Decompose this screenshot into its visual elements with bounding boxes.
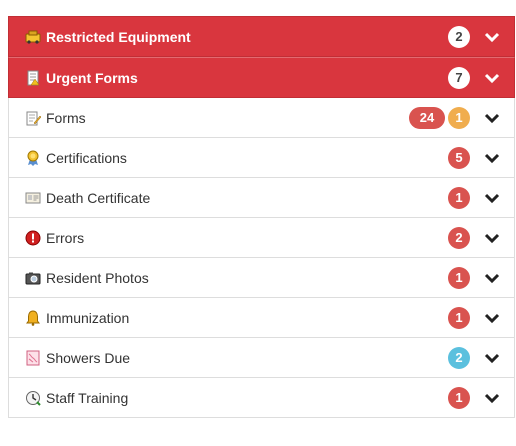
camera-icon	[25, 270, 41, 286]
accordion-row-immunization[interactable]: Immunization 1	[8, 298, 515, 338]
equipment-icon	[25, 29, 41, 45]
chevron-down-icon[interactable]	[482, 108, 502, 128]
chevron-down-icon[interactable]	[482, 188, 502, 208]
accordion-label: Restricted Equipment	[46, 28, 191, 45]
count-badge: 24	[409, 106, 445, 129]
accordion-label: Death Certificate	[46, 189, 151, 206]
form-edit-icon	[25, 110, 41, 126]
shower-icon	[25, 350, 41, 366]
accordion-label: Showers Due	[46, 349, 131, 366]
accordion-row-staff-training[interactable]: Staff Training 1	[8, 378, 515, 418]
accordion-label: Errors	[46, 229, 85, 246]
clock-icon	[25, 390, 41, 406]
accordion-label: Forms	[46, 109, 86, 126]
accordion-row-certifications[interactable]: Certifications 5	[8, 138, 515, 178]
count-badge: 1	[448, 186, 470, 209]
count-badge: 2	[448, 346, 470, 369]
accordion-row-errors[interactable]: Errors 2	[8, 218, 515, 258]
certificate-ribbon-icon	[25, 150, 41, 166]
bell-icon	[25, 309, 41, 326]
chevron-down-icon[interactable]	[482, 27, 502, 47]
chevron-down-icon[interactable]	[482, 388, 502, 408]
accordion-row-death-certificate[interactable]: Death Certificate 1	[8, 178, 515, 218]
chevron-down-icon[interactable]	[482, 348, 502, 368]
count-badge: 1	[448, 266, 470, 289]
chevron-down-icon[interactable]	[482, 308, 502, 328]
certificate-card-icon	[25, 190, 41, 206]
chevron-down-icon[interactable]	[482, 148, 502, 168]
count-badge: 1	[448, 106, 470, 129]
task-accordion: Restricted Equipment 2 Urgent Forms 7 Fo…	[8, 16, 515, 418]
accordion-row-resident-photos[interactable]: Resident Photos 1	[8, 258, 515, 298]
chevron-down-icon[interactable]	[482, 268, 502, 288]
urgent-form-icon	[25, 70, 41, 86]
error-icon	[25, 230, 41, 246]
accordion-label: Immunization	[46, 309, 130, 326]
count-badge: 1	[448, 386, 470, 409]
accordion-row-forms[interactable]: Forms 24 1	[8, 98, 515, 138]
accordion-row-urgent-forms[interactable]: Urgent Forms 7	[8, 57, 515, 98]
accordion-label: Certifications	[46, 149, 127, 166]
accordion-label: Staff Training	[46, 389, 129, 406]
count-badge: 7	[448, 66, 470, 89]
count-badge: 2	[448, 25, 470, 48]
count-badge: 2	[448, 226, 470, 249]
accordion-row-restricted-equipment[interactable]: Restricted Equipment 2	[8, 16, 515, 57]
chevron-down-icon[interactable]	[482, 68, 502, 88]
chevron-down-icon[interactable]	[482, 228, 502, 248]
accordion-row-showers-due[interactable]: Showers Due 2	[8, 338, 515, 378]
accordion-label: Resident Photos	[46, 269, 149, 286]
count-badge: 1	[448, 306, 470, 329]
accordion-label: Urgent Forms	[46, 69, 138, 86]
count-badge: 5	[448, 146, 470, 169]
